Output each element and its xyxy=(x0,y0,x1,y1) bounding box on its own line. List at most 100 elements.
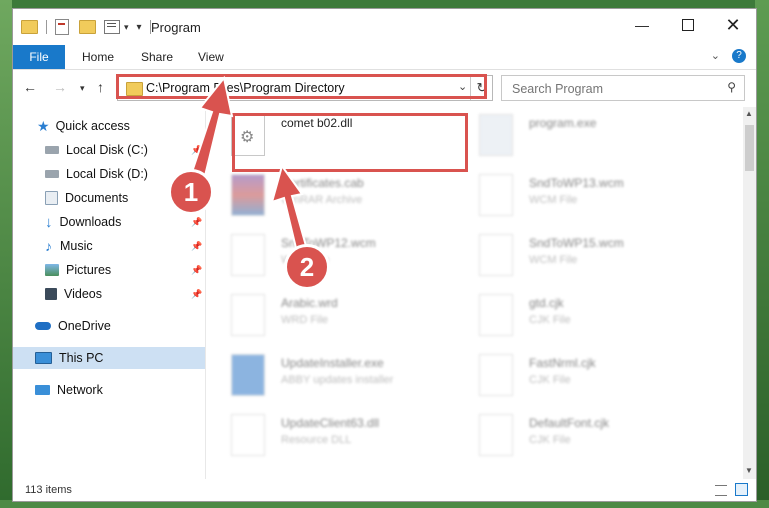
vertical-scrollbar[interactable]: ▲ ▼ xyxy=(743,107,756,479)
step-marker-1: 1 xyxy=(168,169,214,215)
download-arrow-icon: ↓ xyxy=(45,213,53,231)
file-item[interactable]: Arabic.wrd WRD File xyxy=(215,290,445,342)
file-item[interactable]: SndToWP15.wcm WCM File xyxy=(463,230,693,282)
pin-icon[interactable]: 📌 xyxy=(191,241,202,252)
address-path[interactable]: C:\Program Files\Program Directory xyxy=(146,81,345,95)
pin-icon[interactable]: 📌 xyxy=(191,289,202,300)
minimize-button[interactable]: — xyxy=(619,9,665,41)
file-item[interactable]: UpdateInstaller.exe ABBY updates install… xyxy=(215,350,445,402)
scrollbar-thumb[interactable] xyxy=(745,125,754,171)
explorer-window: ▾ ▾ Program — ✕ File Home Share View ⌄ ?… xyxy=(12,8,757,502)
properties-icon[interactable] xyxy=(55,19,69,35)
document-file-icon xyxy=(479,294,513,336)
pin-icon[interactable]: 📌 xyxy=(191,217,202,228)
file-type: CJK File xyxy=(529,314,571,326)
cloud-icon xyxy=(35,322,51,330)
close-button[interactable]: ✕ xyxy=(710,9,756,41)
sidebar-item-label: Local Disk (D:) xyxy=(66,167,148,181)
file-item[interactable]: gtd.cjk CJK File xyxy=(463,290,693,342)
new-folder-icon[interactable] xyxy=(79,20,96,34)
monitor-icon xyxy=(35,352,52,364)
qa-more-icon[interactable]: ▾ xyxy=(137,22,142,33)
help-icon[interactable]: ? xyxy=(732,49,746,63)
file-type: WCM File xyxy=(529,194,578,206)
search-icon[interactable]: ⚲ xyxy=(727,80,736,94)
file-name: Arabic.wrd xyxy=(281,296,338,310)
step-marker-2: 2 xyxy=(284,244,330,290)
pin-icon[interactable]: 📌 xyxy=(191,145,202,156)
tab-view[interactable]: View xyxy=(198,50,224,64)
music-note-icon: ♪ xyxy=(45,238,52,254)
search-box[interactable]: ⚲ xyxy=(501,75,745,101)
desktop-background-left xyxy=(0,0,12,508)
sidebar-item-label: Downloads xyxy=(59,215,122,229)
status-bar: 113 items xyxy=(13,479,756,501)
sidebar-item-downloads[interactable]: ↓ Downloads 📌 xyxy=(13,211,205,233)
sidebar-item-videos[interactable]: Videos 📌 xyxy=(13,283,205,305)
file-name: UpdateClient63.dll xyxy=(281,416,380,430)
large-icons-view-icon[interactable] xyxy=(735,483,748,496)
file-item[interactable]: SndToWP12.wcm WCM File xyxy=(215,230,445,282)
file-item[interactable]: Certificates.cab WinRAR Archive xyxy=(215,170,445,222)
tab-file[interactable]: File xyxy=(13,45,65,69)
dropdown-arrow-icon[interactable]: ▾ xyxy=(124,22,129,33)
document-file-icon xyxy=(479,414,513,456)
separator xyxy=(46,20,47,34)
installer-file-icon xyxy=(231,354,265,396)
address-history-chevron-icon[interactable]: ⌄ xyxy=(458,80,467,93)
refresh-icon[interactable]: ↻ xyxy=(470,76,493,100)
expand-ribbon-icon[interactable]: ⌄ xyxy=(711,49,720,63)
file-item[interactable]: UpdateClient63.dll Resource DLL xyxy=(215,410,445,462)
sidebar-item-label: Quick access xyxy=(55,119,130,133)
sidebar-item-local-disk-c[interactable]: Local Disk (C:) 📌 xyxy=(13,139,205,161)
desktop-background-right xyxy=(755,0,769,508)
title-bar: ▾ ▾ Program — ✕ xyxy=(13,9,756,45)
forward-arrow-icon[interactable]: → xyxy=(53,79,67,95)
sidebar-item-label: Local Disk (C:) xyxy=(66,143,148,157)
file-type: WCM File xyxy=(529,254,578,266)
file-type: CJK File xyxy=(529,374,571,386)
scroll-down-icon[interactable]: ▼ xyxy=(745,466,753,475)
document-file-icon xyxy=(479,174,513,216)
file-item[interactable]: program.exe xyxy=(463,110,693,162)
customize-icon[interactable] xyxy=(104,20,120,34)
recent-locations-icon[interactable]: ▾ xyxy=(80,83,85,94)
file-item[interactable]: DefaultFont.cjk CJK File xyxy=(463,410,693,462)
ribbon-controls: ⌄ ? xyxy=(711,49,746,63)
sidebar-item-this-pc[interactable]: This PC xyxy=(13,347,205,369)
ribbon: File Home Share View ⌄ ? xyxy=(13,45,756,70)
details-view-icon[interactable] xyxy=(715,485,727,496)
sidebar-item-label: OneDrive xyxy=(58,319,111,333)
sidebar-item-label: Videos xyxy=(64,287,102,301)
file-name: FastNrml.cjk xyxy=(529,356,596,370)
tab-home[interactable]: Home xyxy=(82,50,114,64)
sidebar-item-label: Pictures xyxy=(66,263,112,277)
file-type: ABBY updates installer xyxy=(281,374,394,386)
back-arrow-icon[interactable]: ← xyxy=(23,79,37,95)
file-type: WinRAR Archive xyxy=(281,194,363,206)
scroll-up-icon[interactable]: ▲ xyxy=(745,109,753,118)
drive-icon xyxy=(45,170,59,178)
star-icon: ★ xyxy=(37,117,50,134)
navigation-bar: ← → ▾ ↑ C:\Program Files\Program Directo… xyxy=(13,73,756,103)
up-arrow-icon[interactable]: ↑ xyxy=(97,79,104,95)
pin-icon[interactable]: 📌 xyxy=(191,265,202,276)
sidebar-item-network[interactable]: Network xyxy=(13,379,205,401)
tab-share[interactable]: Share xyxy=(141,50,173,64)
address-bar[interactable]: C:\Program Files\Program Directory ⌄ ↻ xyxy=(117,75,493,101)
maximize-button[interactable] xyxy=(665,9,711,41)
sidebar-item-onedrive[interactable]: OneDrive xyxy=(13,315,205,337)
sidebar-item-pictures[interactable]: Pictures 📌 xyxy=(13,259,205,281)
file-name: DefaultFont.cjk xyxy=(529,416,610,430)
film-icon xyxy=(45,288,57,300)
document-file-icon xyxy=(479,354,513,396)
sidebar-item-quick-access[interactable]: ★ Quick access xyxy=(13,115,205,137)
file-item[interactable]: SndToWP13.wcm WCM File xyxy=(463,170,693,222)
sidebar-item-label: Music xyxy=(60,239,93,253)
sidebar-item-music[interactable]: ♪ Music 📌 xyxy=(13,235,205,257)
document-file-icon xyxy=(231,294,265,336)
file-item[interactable]: FastNrml.cjk CJK File xyxy=(463,350,693,402)
search-input[interactable] xyxy=(510,79,714,99)
folder-icon xyxy=(21,20,38,34)
document-file-icon xyxy=(479,234,513,276)
